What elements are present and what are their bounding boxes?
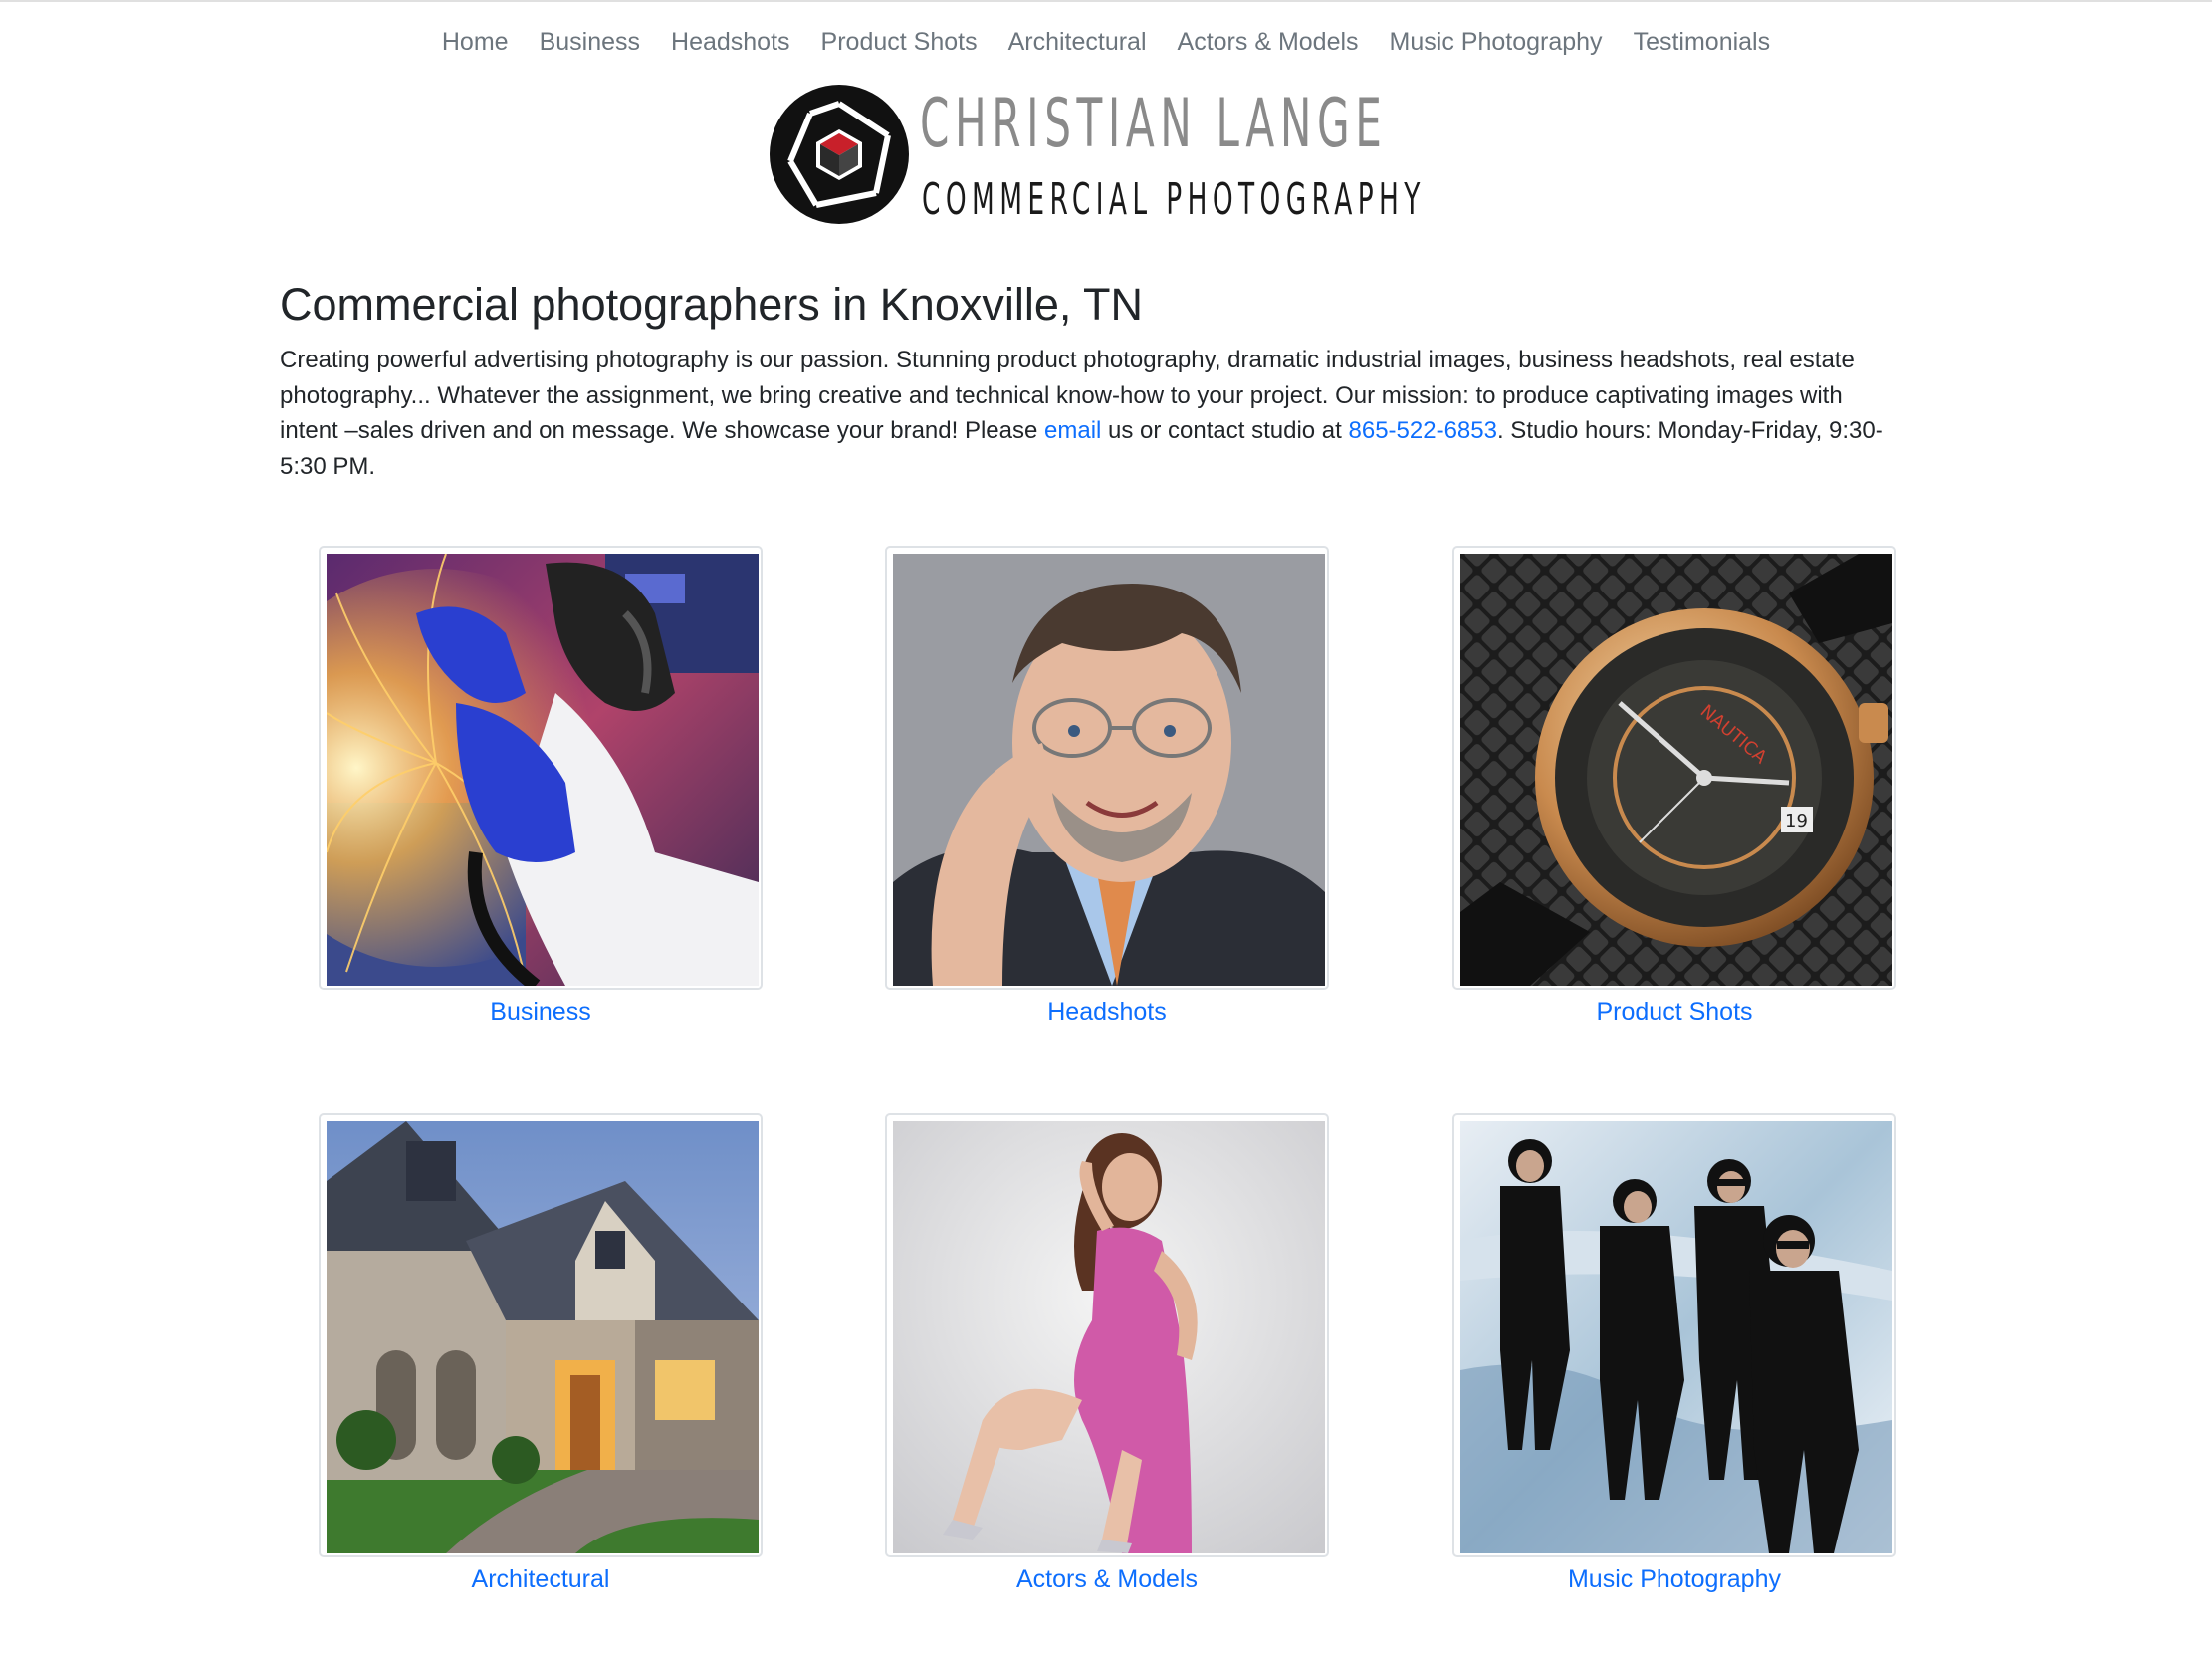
- headshots-thumbnail[interactable]: [885, 546, 1329, 990]
- intro-text-2: us or contact studio at: [1101, 417, 1349, 444]
- business-caption[interactable]: Business: [319, 996, 763, 1028]
- phone-link[interactable]: 865-522-6853: [1349, 417, 1497, 444]
- intro-paragraph: Creating powerful advertising photograph…: [280, 343, 1892, 484]
- nav-home[interactable]: Home: [442, 28, 509, 57]
- headshots-caption[interactable]: Headshots: [885, 996, 1329, 1028]
- actors-models-thumbnail[interactable]: [885, 1113, 1329, 1557]
- nav-actors-models[interactable]: Actors & Models: [1178, 28, 1359, 57]
- music-photography-caption[interactable]: Music Photography: [1452, 1563, 1896, 1595]
- gallery-card-business: Business: [319, 546, 763, 1028]
- main-nav: Home Business Headshots Product Shots Ar…: [0, 22, 2212, 62]
- headshot-photo: [893, 554, 1325, 986]
- nav-architectural[interactable]: Architectural: [1008, 28, 1147, 57]
- architectural-thumbnail[interactable]: [319, 1113, 763, 1557]
- nav-business[interactable]: Business: [540, 28, 640, 57]
- business-thumbnail[interactable]: [319, 546, 763, 990]
- nav-testimonials[interactable]: Testimonials: [1634, 28, 1771, 57]
- gallery-card-music-photography: Music Photography: [1452, 1113, 1896, 1595]
- email-link[interactable]: email: [1044, 417, 1101, 444]
- gallery-card-headshots: Headshots: [885, 546, 1329, 1028]
- site-logo[interactable]: CHRISTIAN LANGE COMMERCIAL PHOTOGRAPHY: [769, 84, 1445, 229]
- watch-date-window: 19: [1785, 811, 1808, 831]
- nav-product-shots[interactable]: Product Shots: [821, 28, 978, 57]
- actors-models-caption[interactable]: Actors & Models: [885, 1563, 1329, 1595]
- page-title: Commercial photographers in Knoxville, T…: [280, 279, 1144, 330]
- nav-music-photography[interactable]: Music Photography: [1390, 28, 1603, 57]
- logo-subtitle: COMMERCIAL PHOTOGRAPHY: [922, 174, 1426, 225]
- gallery-card-actors-models: Actors & Models: [885, 1113, 1329, 1595]
- model-photo: [893, 1121, 1325, 1553]
- music-photography-thumbnail[interactable]: [1452, 1113, 1896, 1557]
- logo-name: CHRISTIAN LANGE: [920, 85, 1388, 163]
- product-shots-caption[interactable]: Product Shots: [1452, 996, 1896, 1028]
- welder-photo: [327, 554, 759, 986]
- gallery-card-product-shots: 19 NAUTICA Product Shots: [1452, 546, 1896, 1028]
- house-photo: [327, 1121, 759, 1553]
- product-shots-thumbnail[interactable]: 19 NAUTICA: [1452, 546, 1896, 990]
- gallery-card-architectural: Architectural: [319, 1113, 763, 1595]
- watch-photo: 19 NAUTICA: [1460, 554, 1892, 986]
- architectural-caption[interactable]: Architectural: [319, 1563, 763, 1595]
- top-border: [0, 0, 2212, 2]
- aperture-logo-icon: [770, 85, 909, 224]
- nav-headshots[interactable]: Headshots: [671, 28, 790, 57]
- band-photo: [1460, 1121, 1892, 1553]
